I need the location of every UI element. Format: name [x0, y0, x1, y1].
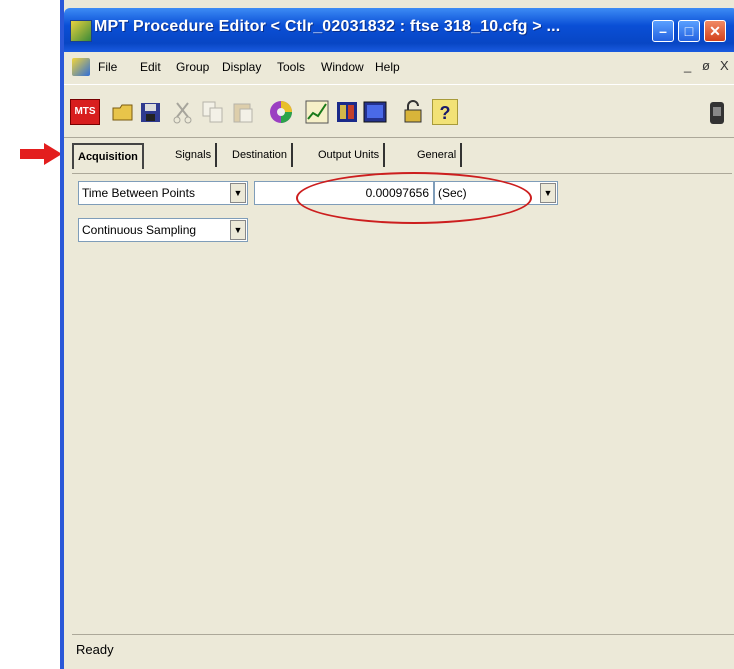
mpt-app-icon[interactable] [70, 20, 92, 42]
toolbar: MTS ? [64, 84, 734, 138]
copy-icon [202, 101, 223, 123]
window-title: MPT Procedure Editor < Ctlr_02031832 : f… [94, 18, 561, 35]
menu-window[interactable]: Window [321, 60, 364, 74]
book-icon [337, 102, 357, 122]
chevron-down-icon[interactable]: ▼ [540, 183, 556, 203]
tab-destination[interactable]: Destination [228, 143, 294, 167]
save-button[interactable] [138, 99, 164, 125]
chart-button[interactable] [304, 99, 330, 125]
color-wheel-icon [270, 101, 292, 123]
sampling-select[interactable]: Continuous Sampling ▼ [78, 218, 248, 242]
close-button[interactable]: ✕ [704, 20, 726, 42]
menu-help[interactable]: Help [375, 60, 400, 74]
station-button[interactable] [704, 99, 730, 125]
red-arrow-annotation [20, 143, 62, 165]
open-folder-icon [112, 104, 133, 121]
paste-icon [233, 103, 253, 123]
mdi-restore-icon[interactable]: ø [702, 58, 710, 73]
menu-tools[interactable]: Tools [277, 60, 305, 74]
book-button[interactable] [334, 99, 360, 125]
open-folder-button[interactable] [110, 99, 136, 125]
tab-signals[interactable]: Signals [171, 143, 218, 167]
tab-general[interactable]: General [413, 143, 463, 167]
monitor-icon [363, 101, 387, 123]
monitor-button[interactable] [362, 99, 388, 125]
chevron-down-icon[interactable]: ▼ [230, 183, 246, 203]
menu-display[interactable]: Display [222, 60, 261, 74]
status-bar: Ready [72, 634, 734, 664]
chart-icon [305, 100, 329, 124]
save-icon [141, 103, 160, 122]
help-button[interactable]: ? [432, 99, 458, 125]
minimize-icon: – [659, 23, 667, 39]
red-ellipse-annotation [296, 172, 532, 224]
tab-acquisition[interactable]: Acquisition [72, 143, 144, 169]
menu-bar: File Edit Group Display Tools Window Hel… [64, 52, 734, 82]
mdi-minimize-icon[interactable]: _ [684, 58, 691, 73]
title-bar[interactable]: MPT Procedure Editor < Ctlr_02031832 : f… [64, 8, 734, 52]
lock-icon [404, 100, 422, 123]
paste-button[interactable] [230, 99, 256, 125]
cut-button[interactable] [170, 99, 196, 125]
mode-select[interactable]: Time Between Points ▼ [78, 181, 248, 205]
copy-button[interactable] [200, 99, 226, 125]
mode-select-value: Time Between Points [82, 186, 195, 200]
maximize-icon: □ [684, 23, 694, 39]
document-menu-icon[interactable] [72, 58, 90, 76]
chevron-down-icon[interactable]: ▼ [230, 220, 246, 240]
station-icon [710, 102, 724, 124]
menu-group[interactable]: Group [176, 60, 209, 74]
menu-edit[interactable]: Edit [140, 60, 161, 74]
menu-file[interactable]: File [98, 60, 117, 74]
cut-icon [173, 102, 192, 124]
sampling-select-value: Continuous Sampling [82, 223, 197, 237]
minimize-button[interactable]: – [652, 20, 674, 42]
mdi-close-icon[interactable]: X [720, 58, 729, 73]
close-icon: ✕ [709, 23, 721, 39]
procedure-editor-window: MPT Procedure Editor < Ctlr_02031832 : f… [60, 0, 734, 669]
mts-logo-button[interactable]: MTS [70, 99, 100, 125]
tab-output-units[interactable]: Output Units [314, 143, 386, 167]
maximize-button[interactable]: □ [678, 20, 700, 42]
lock-button[interactable] [400, 99, 426, 125]
color-wheel-button[interactable] [268, 99, 294, 125]
acquisition-panel: Time Between Points ▼ 0.00097656 (Sec) ▼… [72, 173, 732, 627]
